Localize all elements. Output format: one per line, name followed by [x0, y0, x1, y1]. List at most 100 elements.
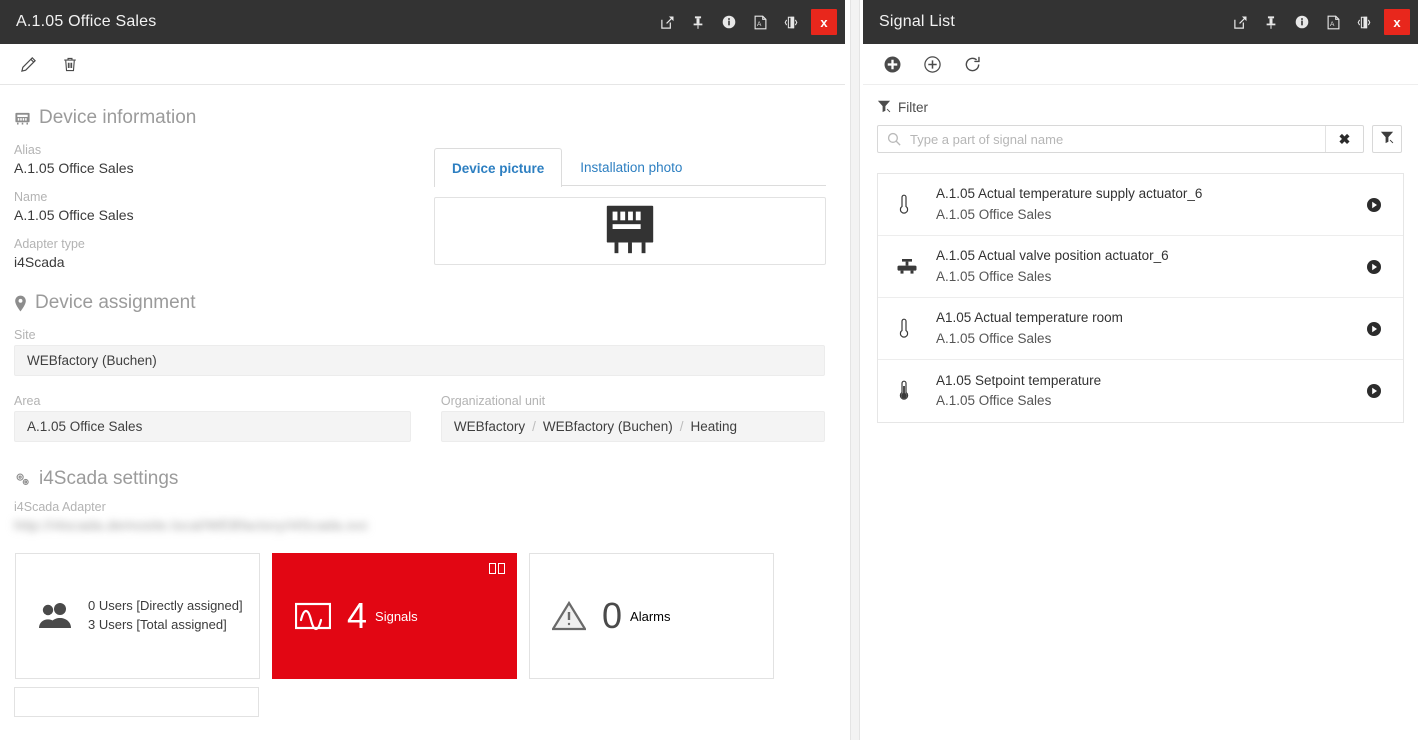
alarms-tile[interactable]: 0 Alarms [529, 553, 774, 679]
site-label: Site [14, 328, 36, 342]
pencil-icon[interactable] [15, 51, 41, 77]
signals-count: 4 [347, 595, 368, 636]
area-value[interactable]: A.1.05 Office Sales [14, 411, 411, 442]
breadcrumb-item-1[interactable]: WEBfactory (Buchen) [543, 419, 673, 434]
breadcrumb-item-2[interactable]: Heating [690, 419, 737, 434]
list-item[interactable]: A1.05 Setpoint temperature A.1.05 Office… [878, 360, 1403, 422]
area-label: Area [14, 394, 41, 408]
clear-search-button[interactable]: ✖ [1325, 126, 1363, 152]
device-chip-icon [14, 110, 31, 127]
pdf-icon[interactable]: A [1322, 0, 1344, 44]
device-details-panel: A.1.05 Office Sales A x Device informati… [0, 0, 845, 740]
play-circle-icon[interactable] [1359, 321, 1389, 337]
users-tile-text: 0 Users [Directly assigned] 3 Users [Tot… [88, 597, 243, 635]
play-circle-icon[interactable] [1359, 383, 1389, 399]
signal-text: A.1.05 Actual temperature supply actuato… [936, 184, 1359, 225]
list-item[interactable]: A.1.05 Actual valve position actuator_6 … [878, 236, 1403, 298]
signal-name: A.1.05 Actual temperature supply actuato… [936, 186, 1203, 202]
dock-icon[interactable] [780, 0, 802, 44]
chip-device-image [601, 200, 659, 263]
info-icon[interactable] [1291, 0, 1313, 44]
device-information-title: Device information [39, 107, 197, 128]
list-item[interactable]: A.1.05 Actual temperature supply actuato… [878, 174, 1403, 236]
dock-icon[interactable] [1353, 0, 1375, 44]
list-item[interactable]: A1.05 Actual temperature room A.1.05 Off… [878, 298, 1403, 360]
popout-icon[interactable] [1229, 0, 1251, 44]
alarms-caption: Alarms [630, 608, 671, 624]
filter-icon [877, 99, 891, 116]
play-circle-icon[interactable] [1359, 259, 1389, 275]
i4scada-adapter-value: http://i4scada.demosite.local/WEBfactory… [14, 517, 369, 533]
thermometer-icon [896, 317, 936, 341]
next-tile-partial[interactable] [14, 687, 259, 717]
signal-source: A.1.05 Office Sales [936, 268, 1052, 284]
pin-icon[interactable] [1260, 0, 1282, 44]
plus-circle-outline-icon[interactable] [919, 51, 945, 77]
search-icon [878, 132, 910, 146]
signal-name: A.1.05 Actual valve position actuator_6 [936, 248, 1169, 264]
users-total-assigned: 3 Users [Total assigned] [88, 617, 227, 632]
area-field: Area A.1.05 Office Sales [14, 394, 411, 442]
users-tile[interactable]: 0 Users [Directly assigned] 3 Users [Tot… [15, 553, 260, 679]
panel-splitter[interactable] [845, 0, 863, 740]
i4scada-settings-heading: i4Scada settings [14, 468, 825, 490]
trash-icon[interactable] [57, 51, 83, 77]
close-icon[interactable]: x [811, 9, 837, 35]
organizational-unit-label: Organizational unit [440, 394, 546, 408]
users-icon [38, 601, 72, 631]
tab-installation-photo[interactable]: Installation photo [562, 148, 700, 186]
pdf-icon[interactable]: A [749, 0, 771, 44]
organizational-unit-value[interactable]: WEBfactory / WEBfactory (Buchen) / Heati… [440, 411, 825, 442]
alarms-count: 0 [602, 595, 623, 636]
signals-tile[interactable]: 4 Signals [272, 553, 517, 679]
tab-device-picture[interactable]: Device picture [434, 148, 563, 187]
signal-list: A.1.05 Actual temperature supply actuato… [877, 173, 1404, 423]
breadcrumb-separator: / [532, 419, 536, 434]
signal-text: A.1.05 Actual valve position actuator_6 … [936, 246, 1359, 287]
device-assignment-heading: Device assignment [14, 292, 825, 314]
device-actions-toolbar [0, 44, 845, 85]
left-panel-window-controls: A x [656, 0, 845, 44]
breadcrumb: WEBfactory / WEBfactory (Buchen) / Heati… [454, 419, 737, 434]
device-picture-frame [434, 197, 826, 265]
signal-source: A.1.05 Office Sales [936, 206, 1052, 222]
info-icon[interactable] [718, 0, 740, 44]
site-value[interactable]: WEBfactory (Buchen) [14, 345, 825, 376]
device-assignment-title: Device assignment [35, 292, 196, 313]
signal-list-toolbar [863, 44, 1418, 85]
users-directly-assigned: 0 Users [Directly assigned] [88, 598, 243, 614]
device-picture-tabs: Device picture Installation photo [434, 148, 826, 187]
signals-caption: Signals [375, 608, 418, 624]
right-panel-window-controls: A x [1229, 0, 1418, 44]
valve-icon [896, 257, 936, 277]
i4scada-adapter-label: i4Scada Adapter [14, 500, 106, 514]
signal-name: A1.05 Setpoint temperature [936, 372, 1102, 388]
advanced-filter-button[interactable] [1372, 125, 1402, 153]
signal-text: A1.05 Actual temperature room A.1.05 Off… [936, 308, 1359, 349]
device-information-heading: Device information [14, 107, 825, 129]
close-icon[interactable]: x [1384, 9, 1410, 35]
left-panel-titlebar: A.1.05 Office Sales A x [0, 0, 845, 44]
search-input[interactable] [910, 126, 1325, 152]
filter-heading: Filter [877, 99, 1402, 116]
pin-icon[interactable] [687, 0, 709, 44]
popout-icon[interactable] [656, 0, 678, 44]
page-title: A.1.05 Office Sales [16, 13, 157, 30]
search-box[interactable]: ✖ [877, 125, 1364, 153]
refresh-icon[interactable] [959, 51, 985, 77]
waveform-icon [295, 600, 331, 632]
device-picture-block: Device picture Installation photo [434, 148, 826, 265]
map-pin-icon [14, 295, 27, 312]
play-circle-icon[interactable] [1359, 197, 1389, 213]
application-root: A.1.05 Office Sales A x Device informati… [0, 0, 1418, 740]
signal-source: A.1.05 Office Sales [936, 330, 1052, 346]
signal-list-panel: Signal List A x Filter Type a part of si… [863, 0, 1418, 740]
right-panel-titlebar: Signal List A x [863, 0, 1418, 44]
filter-section: Filter ✖ [863, 85, 1418, 153]
i4scada-settings-title: i4Scada settings [39, 468, 179, 489]
svg-text:A: A [756, 21, 761, 28]
columns-icon[interactable] [489, 563, 505, 574]
plus-circle-filled-icon[interactable] [879, 51, 905, 77]
breadcrumb-item-0[interactable]: WEBfactory [454, 419, 525, 434]
filter-label: Filter [898, 100, 928, 115]
